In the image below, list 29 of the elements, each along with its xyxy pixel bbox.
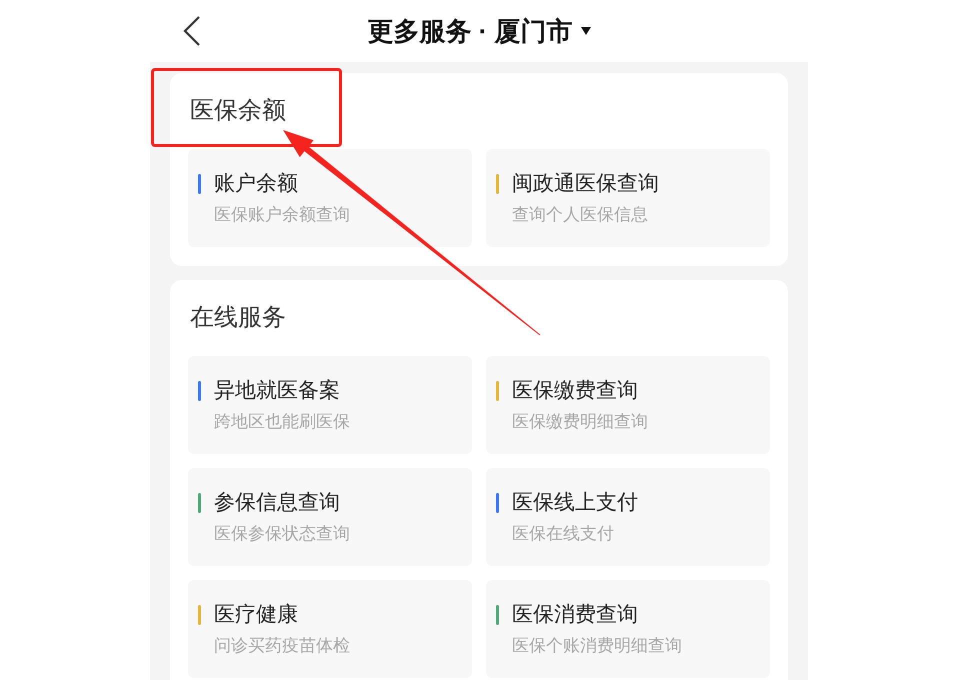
service-description: 跨地区也能刷医保 (213, 411, 351, 433)
service-tile[interactable]: 医保线上支付 医保在线支付 (486, 468, 770, 566)
service-description: 医保缴费明细查询 (511, 411, 649, 433)
service-title: 医保消费查询 (512, 602, 638, 628)
service-tile[interactable]: 医保消费查询 医保个账消费明细查询 (486, 580, 770, 678)
service-tile[interactable]: 账户余额 医保账户余额查询 (188, 149, 472, 247)
page-title: 更多服务 · 厦门市 (367, 15, 573, 48)
section-title: 在线服务 (189, 303, 287, 333)
service-title: 账户余额 (214, 171, 298, 197)
service-title: 闽政通医保查询 (512, 171, 659, 197)
service-title: 参保信息查询 (214, 490, 340, 516)
service-description: 医保参保状态查询 (213, 523, 351, 545)
service-description: 医保账户余额查询 (213, 204, 351, 226)
service-tile[interactable]: 异地就医备案 跨地区也能刷医保 (188, 356, 472, 454)
service-description: 医保个账消费明细查询 (511, 635, 683, 657)
service-tile[interactable]: 参保信息查询 医保参保状态查询 (188, 468, 472, 566)
service-description: 医保在线支付 (511, 523, 615, 545)
service-description: 查询个人医保信息 (511, 204, 649, 226)
service-tile[interactable]: 医保缴费查询 医保缴费明细查询 (486, 356, 770, 454)
back-icon[interactable] (183, 16, 201, 46)
service-title: 医保线上支付 (512, 490, 638, 516)
service-tile[interactable]: 闽政通医保查询 查询个人医保信息 (486, 149, 770, 247)
service-title: 医保缴费查询 (512, 378, 638, 404)
service-title: 异地就医备案 (214, 378, 340, 404)
caret-icon[interactable] (580, 27, 591, 35)
service-tile[interactable]: 医疗健康 问诊买药疫苗体检 (188, 580, 472, 678)
service-title: 医疗健康 (214, 602, 298, 628)
service-description: 问诊买药疫苗体检 (213, 635, 351, 657)
section-title: 医保余额 (189, 96, 287, 126)
